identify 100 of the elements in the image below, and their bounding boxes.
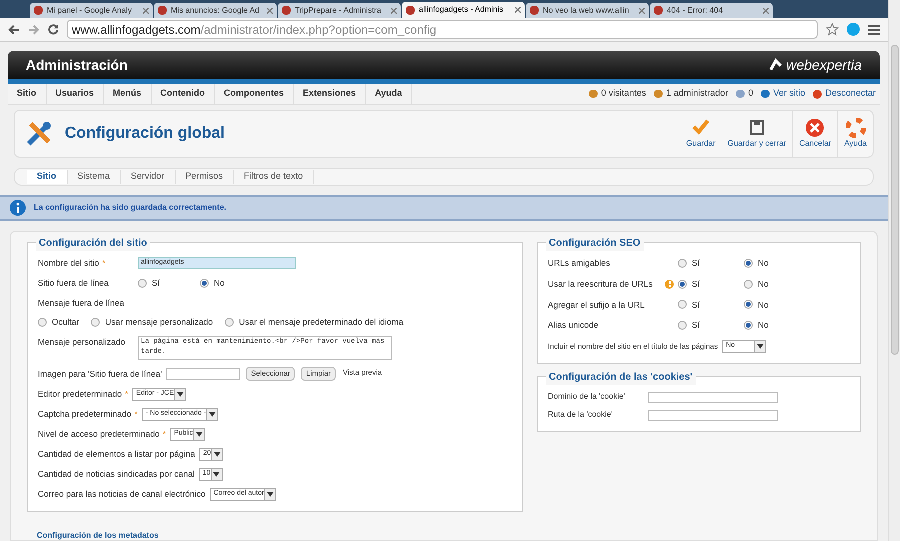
radio-button[interactable] xyxy=(678,280,687,289)
favicon-icon xyxy=(282,6,291,15)
toolbar-button[interactable]: Guardar y cerrar xyxy=(722,111,792,157)
settings-tab[interactable]: Servidor xyxy=(121,170,176,184)
browser-tab[interactable]: Mis anuncios: Google Ad xyxy=(154,3,277,18)
radio-button[interactable] xyxy=(744,321,754,330)
field-label: Cantidad de noticias sindicadas por canal xyxy=(38,468,195,481)
close-icon[interactable] xyxy=(391,8,397,14)
star-icon[interactable] xyxy=(826,23,839,36)
section-title: Configuración SEO xyxy=(546,236,644,251)
radio-button[interactable] xyxy=(744,280,754,289)
settings-tab[interactable]: Sitio xyxy=(27,170,68,184)
radio-button[interactable] xyxy=(744,258,754,268)
option-label: Sí xyxy=(692,278,700,290)
caret-icon xyxy=(264,489,276,500)
extension-icon[interactable] xyxy=(847,23,860,36)
close-icon[interactable] xyxy=(143,8,149,14)
status-text: 0 xyxy=(748,87,754,100)
text-input[interactable] xyxy=(648,392,778,402)
favicon-icon xyxy=(530,6,539,15)
field-label: Dominio de la 'cookie' xyxy=(548,391,626,403)
status-link[interactable]: Ver sitio xyxy=(773,87,806,101)
logo-icon xyxy=(768,58,782,72)
status-link[interactable]: Desconectar xyxy=(825,87,876,101)
info-icon xyxy=(10,200,26,216)
reload-icon[interactable] xyxy=(48,24,59,35)
status-text: 1 administrador xyxy=(666,87,728,100)
close-icon[interactable] xyxy=(763,8,769,14)
settings-tab[interactable]: Permisos xyxy=(176,170,234,184)
caret-icon xyxy=(211,449,222,460)
option-label: Usar mensaje personalizado xyxy=(105,316,214,329)
text-input[interactable] xyxy=(648,410,778,420)
menu-item[interactable]: Ayuda xyxy=(366,84,412,104)
menu-icon[interactable] xyxy=(868,24,880,34)
radio-button[interactable] xyxy=(91,318,100,328)
radio-button[interactable] xyxy=(138,278,147,288)
radio-button[interactable] xyxy=(744,300,754,310)
caret-icon xyxy=(754,341,766,352)
scrollbar[interactable] xyxy=(888,0,900,541)
browser-tab[interactable]: No veo la web www.allin xyxy=(526,3,649,18)
back-icon[interactable] xyxy=(8,24,20,34)
radio-button[interactable] xyxy=(225,318,234,328)
radio-button[interactable] xyxy=(678,321,687,330)
section-title: Configuración de las 'cookies' xyxy=(546,370,696,385)
toolbar-button[interactable]: Ayuda xyxy=(837,111,873,157)
checkmark-icon xyxy=(691,118,712,138)
field-label: Nombre del sitio xyxy=(38,257,100,270)
option-label: No xyxy=(758,319,769,332)
field-label: Ruta de la 'cookie' xyxy=(548,409,614,421)
radio-button[interactable] xyxy=(678,300,687,310)
logo: webexpertia xyxy=(768,54,862,76)
favicon-icon xyxy=(654,6,663,15)
caret-icon xyxy=(206,409,218,420)
option-label: Sí xyxy=(692,298,700,312)
radio-button[interactable] xyxy=(678,258,687,268)
field-label: Mensaje fuera de línea xyxy=(38,296,124,310)
option-label: Usar el mensaje predeterminado del idioma xyxy=(239,316,404,329)
settings-tab[interactable]: Sistema xyxy=(68,170,122,184)
required-mark: * xyxy=(102,257,106,270)
browser-tab[interactable]: allinfogadgets - Adminis xyxy=(402,2,525,18)
address-bar[interactable]: www.allinfogadgets.com/administrator/index.php?option=com_config xyxy=(67,20,818,39)
menu-item[interactable]: Componentes xyxy=(215,84,294,104)
field-label: Cantidad de elementos a listar por página xyxy=(38,448,196,461)
radio-button[interactable] xyxy=(38,318,47,328)
favicon-icon xyxy=(34,6,43,15)
toolbar-button[interactable]: Cancelar xyxy=(792,111,838,157)
browser-tab[interactable]: Mi panel - Google Analy xyxy=(30,3,153,18)
section-title: Configuración de los metadatos xyxy=(37,531,159,540)
field-label: Sitio fuera de línea xyxy=(38,276,109,290)
forward-icon[interactable] xyxy=(28,24,40,34)
browser-tab[interactable]: 404 - Error: 404 xyxy=(650,3,773,18)
field-label: URLs amigables xyxy=(548,257,610,270)
radio-button[interactable] xyxy=(200,278,210,288)
image-input[interactable] xyxy=(166,368,240,380)
close-icon[interactable] xyxy=(515,7,521,13)
cancel-icon xyxy=(805,118,826,138)
menu-item[interactable]: Sitio xyxy=(8,84,46,104)
option-label: No xyxy=(758,278,769,290)
settings-tab[interactable]: Filtros de texto xyxy=(234,170,314,184)
option-label: No xyxy=(214,276,225,290)
close-icon[interactable] xyxy=(267,8,273,14)
favicon-icon xyxy=(158,6,167,15)
menu-item[interactable]: Usuarios xyxy=(46,84,104,104)
required-mark: * xyxy=(125,388,128,401)
field-label: Captcha predeterminado xyxy=(38,408,132,421)
option-label: Ocultar xyxy=(52,316,80,329)
close-icon[interactable] xyxy=(639,8,645,14)
field-label: Alias unicode xyxy=(548,319,599,332)
menu-item[interactable]: Extensiones xyxy=(294,84,366,104)
browser-tab[interactable]: TripPrepare - Administra xyxy=(278,3,401,18)
field-label: Mensaje personalizado xyxy=(38,336,126,349)
option-label: Sí xyxy=(152,276,160,290)
menu-item[interactable]: Menús xyxy=(104,84,152,104)
page-title: Configuración global xyxy=(65,124,225,144)
toolbar-button[interactable]: Guardar xyxy=(680,111,722,157)
option-label: Sí xyxy=(692,319,700,332)
required-mark: * xyxy=(162,428,166,441)
menu-item[interactable]: Contenido xyxy=(152,84,216,104)
favicon-icon xyxy=(406,6,415,14)
lifebuoy-icon xyxy=(846,118,866,138)
